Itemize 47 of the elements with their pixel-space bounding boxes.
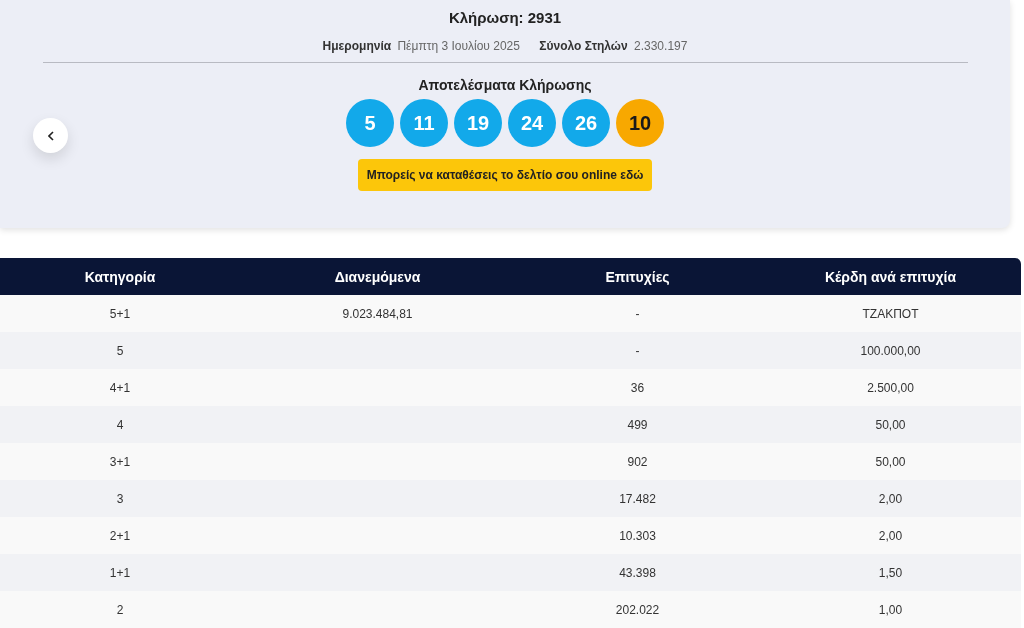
column-header: Κατηγορία	[83, 268, 157, 285]
previous-button[interactable]	[33, 118, 68, 153]
table-cell: 4+1	[109, 380, 131, 395]
table-cell: 202.022	[615, 602, 660, 617]
draw-title: Κλήρωση: 2931	[448, 8, 562, 28]
table-cell: 1,50	[878, 565, 903, 580]
table-cell: 50,00	[875, 417, 906, 432]
table-cell: 902	[627, 454, 648, 469]
table-cell: 3+1	[109, 454, 131, 469]
table-cell: 1+1	[109, 565, 131, 580]
table-cell: -	[635, 343, 640, 358]
number-ball: 19	[454, 99, 502, 147]
date-value: Πέμπτη 3 Ιουλίου 2025	[397, 39, 520, 53]
table-cell: ΤΖΑΚΠΟΤ	[862, 306, 919, 321]
table-cell: 3	[116, 491, 124, 506]
number-ball: 24	[508, 99, 556, 147]
table-cell: 17.482	[619, 491, 656, 506]
table-cell: 5+1	[109, 306, 131, 321]
table-cell: 10.303	[619, 528, 656, 543]
results-heading: Αποτελέσματα Κλήρωσης	[418, 76, 592, 94]
bonus-number-ball: 10	[616, 99, 664, 147]
chevron-left-icon	[47, 130, 54, 141]
column-header: Διανεμόμενα	[333, 268, 422, 285]
number-ball: 5	[346, 99, 394, 147]
date-label: Ημερομηνία	[322, 39, 392, 53]
table-cell: 9.023.484,81	[342, 306, 413, 321]
table-cell: 1,00	[878, 602, 903, 617]
table-cell: 2,00	[878, 528, 903, 543]
table-cell: 2.500,00	[867, 380, 914, 395]
number-ball: 26	[562, 99, 610, 147]
table-cell: 499	[627, 417, 648, 432]
table-cell: 50,00	[875, 454, 906, 469]
table-cell: 43.398	[619, 565, 656, 580]
online-ticket-button[interactable]: Μπορείς να καταθέσεις το δελτίο σου online εδώ	[357, 159, 653, 191]
table-cell: 4	[116, 417, 124, 432]
table-cell: 2,00	[878, 491, 903, 506]
table-cell: 36	[630, 380, 645, 395]
number-ball: 11	[400, 99, 448, 147]
table-cell: 100.000,00	[860, 343, 921, 358]
table-cell: -	[635, 306, 640, 321]
columns-value: 2.330.197	[634, 39, 688, 53]
column-header: Επιτυχίες	[604, 268, 671, 285]
column-header: Κέρδη ανά επιτυχία	[823, 268, 958, 285]
columns-label: Σύνολο Στηλών	[539, 39, 628, 53]
table-cell: 5	[116, 343, 124, 358]
table-cell: 2+1	[109, 528, 131, 543]
table-cell: 2	[116, 602, 124, 617]
